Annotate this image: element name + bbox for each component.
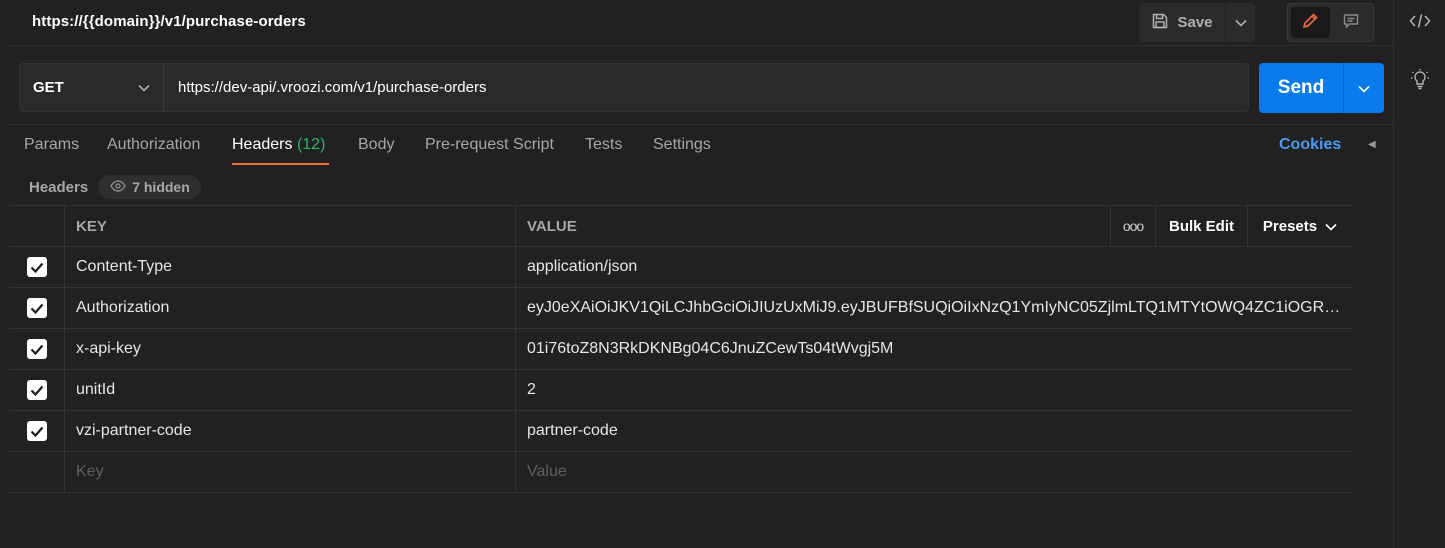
header-value[interactable]: eyJ0eXAiOiJKV1QiLCJhbGciOiJIUzUxMiJ9.eyJ… [516, 288, 1352, 328]
request-title[interactable]: https://{{domain}}/v1/purchase-orders [32, 13, 306, 30]
save-options-button[interactable] [1225, 3, 1255, 42]
header-key[interactable]: x-api-key [65, 329, 516, 369]
request-tabs: Params Authorization Headers (12) Body P… [8, 124, 1393, 166]
header-key[interactable]: Authorization [65, 288, 516, 328]
header-key[interactable]: Content-Type [65, 247, 516, 287]
table-row: Authorization eyJ0eXAiOiJKV1QiLCJhbGciOi… [9, 288, 1352, 329]
headers-section-label: Headers [29, 178, 89, 196]
tab-body[interactable]: Body [358, 136, 394, 154]
send-button[interactable]: Send [1259, 63, 1343, 113]
hidden-headers-toggle[interactable]: 7 hidden [98, 175, 201, 199]
chevron-down-icon [138, 79, 150, 96]
tab-authorization[interactable]: Authorization [107, 136, 200, 154]
eye-icon [110, 179, 127, 195]
send-options-button[interactable] [1343, 63, 1384, 113]
edit-mode-button[interactable] [1291, 7, 1330, 38]
view-mode-toggle [1287, 3, 1374, 42]
tab-headers[interactable]: Headers (12) [232, 136, 325, 154]
tab-params[interactable]: Params [24, 136, 79, 154]
key-column-header: KEY [65, 206, 516, 246]
presets-label: Presets [1262, 217, 1318, 235]
collapse-panel-icon[interactable]: ◀ [1368, 139, 1376, 150]
new-value-input[interactable]: Value [516, 452, 1352, 492]
header-value-text: eyJ0eXAiOiJKV1QiLCJhbGciOiJIUzUxMiJ9.eyJ… [527, 299, 1343, 316]
header-value-text: partner-code [527, 422, 618, 439]
row-checkbox[interactable] [26, 257, 47, 277]
checkmark-icon [30, 426, 43, 437]
row-checkbox-cell [9, 452, 65, 492]
method-label: GET [33, 79, 64, 96]
row-checkbox[interactable] [26, 298, 47, 318]
cookies-link[interactable]: Cookies [1279, 136, 1341, 154]
tab-pre-request-script[interactable]: Pre-request Script [425, 136, 554, 154]
row-checkbox-cell [9, 370, 65, 410]
table-row: unitId 2 [9, 370, 1352, 411]
new-key-input[interactable]: Key [65, 452, 516, 492]
presets-button[interactable]: Presets [1248, 206, 1352, 246]
row-checkbox-cell [9, 247, 65, 287]
row-checkbox[interactable] [26, 421, 47, 441]
tab-headers-count: (12) [296, 136, 326, 153]
hidden-headers-label: 7 hidden [132, 179, 190, 195]
row-checkbox-cell [9, 411, 65, 451]
row-checkbox[interactable] [26, 380, 47, 400]
request-editor: https://{{domain}}/v1/purchase-orders Sa… [0, 0, 1393, 548]
contextual-help-button[interactable] [1408, 69, 1432, 93]
url-bar: GET https://dev-api/.vroozi.com/v1/purch… [19, 63, 1249, 112]
row-checkbox[interactable] [26, 339, 47, 359]
header-value-text: 01i76toZ8N3RkDKNBg04C6JnuZCewTs04tWvgj5M [527, 340, 894, 357]
more-options-button[interactable]: ooo [1110, 206, 1156, 246]
tab-tests[interactable]: Tests [585, 136, 622, 154]
active-tab-indicator [232, 163, 329, 165]
chevron-down-icon [1234, 14, 1247, 31]
comments-mode-button[interactable] [1332, 7, 1371, 38]
save-button[interactable]: Save [1139, 3, 1225, 42]
table-actions: ooo Bulk Edit Presets [1110, 206, 1352, 246]
row-checkbox-cell [9, 329, 65, 369]
table-row: vzi-partner-code partner-code [9, 411, 1352, 452]
header-value-text: 2 [527, 381, 536, 398]
lightbulb-icon [1410, 68, 1430, 94]
headers-subheader: Headers 7 hidden [29, 175, 201, 199]
header-key[interactable]: unitId [65, 370, 516, 410]
checkmark-icon [30, 262, 43, 273]
header-key[interactable]: vzi-partner-code [65, 411, 516, 451]
row-checkbox-cell [9, 288, 65, 328]
tab-settings[interactable]: Settings [653, 136, 711, 154]
new-header-row: Key Value [9, 452, 1352, 493]
chevron-down-icon [1325, 218, 1337, 235]
comment-icon [1342, 12, 1360, 34]
table-header-row: KEY VALUE ooo Bulk Edit Presets [9, 206, 1352, 247]
code-snippet-button[interactable] [1408, 11, 1432, 35]
checkmark-icon [30, 303, 43, 314]
header-value[interactable]: 2 [516, 370, 1352, 410]
bulk-edit-button[interactable]: Bulk Edit [1156, 206, 1248, 246]
header-value[interactable]: 01i76toZ8N3RkDKNBg04C6JnuZCewTs04tWvgj5M [516, 329, 1352, 369]
header-value-text: application/json [527, 258, 638, 275]
pencil-icon [1301, 12, 1319, 34]
tab-headers-label: Headers [232, 136, 293, 153]
table-row: x-api-key 01i76toZ8N3RkDKNBg04C6JnuZCewT… [9, 329, 1352, 370]
url-input[interactable]: https://dev-api/.vroozi.com/v1/purchase-… [164, 64, 1248, 111]
request-title-bar: https://{{domain}}/v1/purchase-orders Sa… [8, 0, 1393, 46]
header-value[interactable]: partner-code [516, 411, 1352, 451]
method-select[interactable]: GET [20, 64, 164, 111]
send-button-group: Send [1259, 63, 1384, 113]
table-row: Content-Type application/json [9, 247, 1352, 288]
save-label: Save [1177, 14, 1213, 31]
checkbox-column-header [9, 206, 65, 246]
save-button-group: Save [1139, 3, 1255, 42]
right-sidebar [1393, 0, 1445, 548]
checkmark-icon [30, 344, 43, 355]
code-icon [1409, 13, 1431, 33]
save-icon [1151, 12, 1169, 34]
headers-table: KEY VALUE ooo Bulk Edit Presets Content-… [9, 205, 1352, 493]
checkmark-icon [30, 385, 43, 396]
header-value[interactable]: application/json [516, 247, 1352, 287]
chevron-down-icon [1358, 80, 1370, 97]
